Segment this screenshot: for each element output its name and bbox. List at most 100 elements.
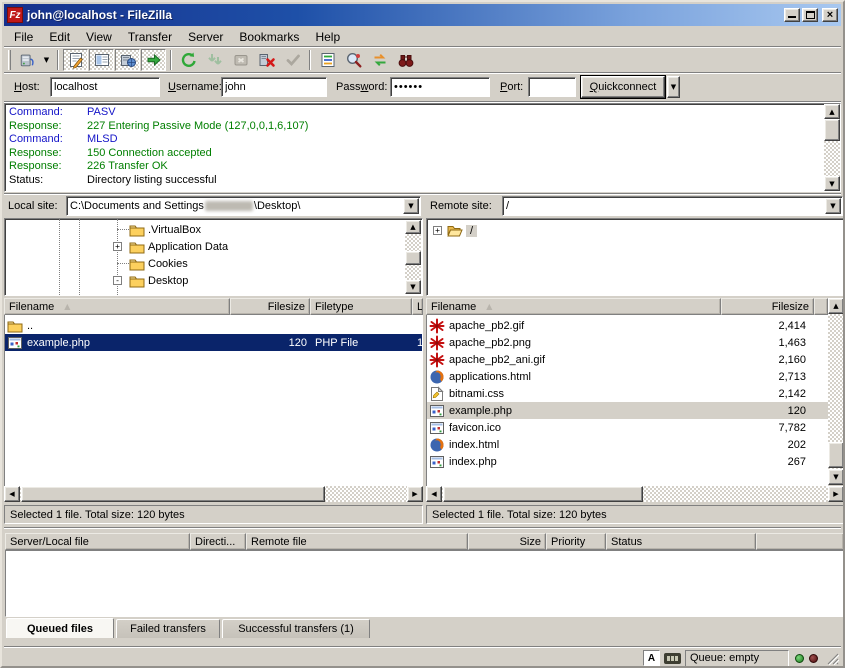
local-column-modified[interactable]: L — [412, 298, 423, 315]
resize-grip[interactable] — [825, 651, 839, 665]
tree-expander[interactable]: - — [113, 276, 122, 285]
password-label: Password: — [336, 81, 387, 93]
menu-edit[interactable]: Edit — [41, 28, 78, 46]
tree-expander[interactable]: + — [433, 226, 442, 235]
synchronized-browsing-button[interactable] — [367, 49, 392, 71]
queue-column-status[interactable]: Status — [606, 533, 756, 550]
site-manager-button[interactable] — [14, 49, 39, 71]
tree-item-desktop[interactable]: Desktop — [129, 272, 188, 289]
remote-file-list[interactable]: apache_pb2.gif2,414 apache_pb2.png1,463 … — [426, 315, 828, 486]
scroll-up-button[interactable]: ▲ — [405, 220, 421, 234]
remote-file-row[interactable]: apache_pb2.gif2,414 — [427, 317, 828, 334]
remote-file-row[interactable]: index.php267 — [427, 453, 828, 470]
tab-successful-transfers[interactable]: Successful transfers (1) — [222, 619, 370, 638]
remote-file-row[interactable]: bitnami.css2,142 — [427, 385, 828, 402]
local-tree-scrollbar[interactable]: ▲ ▼ — [405, 220, 421, 294]
queue-list[interactable] — [5, 550, 844, 617]
remote-file-row-selected[interactable]: example.php120 — [427, 402, 828, 419]
remote-file-row[interactable]: apache_pb2.png1,463 — [427, 334, 828, 351]
local-path-suffix: \Desktop\ — [254, 200, 300, 212]
menu-file[interactable]: File — [6, 28, 41, 46]
scroll-thumb[interactable] — [405, 251, 421, 265]
remote-site-combobox[interactable]: / ▼ — [502, 196, 843, 216]
queue-column-priority[interactable]: Priority — [546, 533, 606, 550]
menu-transfer[interactable]: Transfer — [120, 28, 180, 46]
remote-file-row[interactable]: index.html202 — [427, 436, 828, 453]
close-button[interactable]: × — [822, 8, 838, 22]
scroll-right-button[interactable]: ▶ — [828, 486, 844, 502]
scroll-thumb[interactable] — [824, 119, 840, 141]
quickconnect-dropdown[interactable]: ▼ — [667, 76, 680, 98]
scroll-left-button[interactable]: ◀ — [4, 486, 20, 502]
scroll-down-button[interactable]: ▼ — [824, 176, 840, 191]
remote-list-scrollbar[interactable]: ▲ ▼ — [828, 298, 844, 485]
password-input[interactable] — [390, 77, 490, 97]
remote-file-row[interactable]: favicon.ico7,782 — [427, 419, 828, 436]
tree-item-virtualbox[interactable]: .VirtualBox — [129, 221, 201, 238]
toggle-remote-tree-button[interactable] — [115, 49, 140, 71]
queue-column-remotefile[interactable]: Remote file — [246, 533, 468, 550]
directory-comparison-button[interactable] — [341, 49, 366, 71]
toggle-message-log-button[interactable] — [63, 49, 88, 71]
title-bar[interactable]: Fz john@localhost - FileZilla × — [4, 4, 841, 26]
scroll-down-button[interactable]: ▼ — [405, 280, 421, 294]
remote-tree-pane[interactable]: + / — [426, 218, 844, 296]
remote-list-hscrollbar[interactable]: ◀ ▶ — [426, 486, 844, 502]
local-file-row-selected[interactable]: example.php 120 PHP File 1 — [5, 334, 422, 351]
local-site-dropdown[interactable]: ▼ — [403, 198, 419, 214]
log-scrollbar[interactable]: ▲ ▼ — [824, 104, 840, 191]
local-file-list[interactable]: .. example.php 120 PHP File 1 — [4, 315, 423, 486]
local-site-combobox[interactable]: C:\Documents and Settings\Desktop\ ▼ — [66, 196, 421, 216]
menu-bookmarks[interactable]: Bookmarks — [231, 28, 307, 46]
scroll-thumb[interactable] — [443, 486, 643, 502]
minimize-button[interactable] — [784, 8, 800, 22]
directory-filter-button[interactable] — [315, 49, 340, 71]
tab-failed-transfers[interactable]: Failed transfers — [116, 619, 220, 638]
remote-site-dropdown[interactable]: ▼ — [825, 198, 841, 214]
local-column-filename[interactable]: Filename▲ — [4, 298, 230, 315]
scroll-up-button[interactable]: ▲ — [824, 104, 840, 119]
scroll-right-button[interactable]: ▶ — [407, 486, 423, 502]
port-input[interactable] — [528, 77, 576, 97]
process-queue-button[interactable] — [202, 49, 227, 71]
remote-column-filename[interactable]: Filename▲ — [426, 298, 721, 315]
tree-item-root[interactable]: / — [447, 222, 477, 239]
local-list-hscrollbar[interactable]: ◀ ▶ — [4, 486, 423, 502]
menu-help[interactable]: Help — [307, 28, 348, 46]
menu-view[interactable]: View — [78, 28, 120, 46]
tree-item-cookies[interactable]: Cookies — [129, 255, 188, 272]
tree-item-application-data[interactable]: Application Data — [129, 238, 228, 255]
host-input[interactable] — [50, 77, 160, 97]
local-column-filetype[interactable]: Filetype — [310, 298, 412, 315]
local-tree-pane[interactable]: .VirtualBox + Application Data Cookies -… — [4, 218, 423, 296]
local-file-row-updir[interactable]: .. — [5, 317, 422, 334]
menu-server[interactable]: Server — [180, 28, 231, 46]
quickconnect-button[interactable]: Quickconnect — [581, 76, 665, 98]
maximize-button[interactable] — [802, 8, 818, 22]
site-manager-dropdown[interactable]: ▼ — [40, 49, 53, 71]
local-column-filesize[interactable]: Filesize — [230, 298, 310, 315]
find-files-button[interactable] — [393, 49, 418, 71]
disconnect-button[interactable] — [254, 49, 279, 71]
message-log[interactable]: Command:PASV Response:227 Entering Passi… — [4, 103, 841, 192]
queue-column-direction[interactable]: Directi... — [190, 533, 246, 550]
tree-expander[interactable]: + — [113, 242, 122, 251]
toggle-queue-button[interactable] — [141, 49, 166, 71]
scroll-thumb[interactable] — [21, 486, 325, 502]
scroll-left-button[interactable]: ◀ — [426, 486, 442, 502]
username-input[interactable] — [221, 77, 327, 97]
tab-queued-files[interactable]: Queued files — [6, 618, 114, 638]
refresh-button[interactable] — [176, 49, 201, 71]
scroll-thumb[interactable] — [828, 442, 844, 468]
remote-column-filesize[interactable]: Filesize — [721, 298, 814, 315]
remote-file-row[interactable]: apache_pb2_ani.gif2,160 — [427, 351, 828, 368]
cancel-operation-button[interactable] — [228, 49, 253, 71]
reconnect-button[interactable] — [280, 49, 305, 71]
toggle-local-tree-button[interactable] — [89, 49, 114, 71]
scroll-up-button[interactable]: ▲ — [828, 298, 844, 314]
toolbar-grip[interactable] — [8, 50, 11, 70]
scroll-down-button[interactable]: ▼ — [828, 469, 844, 485]
queue-column-localfile[interactable]: Server/Local file — [5, 533, 190, 550]
remote-file-row[interactable]: applications.html2,713 — [427, 368, 828, 385]
queue-column-size[interactable]: Size — [468, 533, 546, 550]
